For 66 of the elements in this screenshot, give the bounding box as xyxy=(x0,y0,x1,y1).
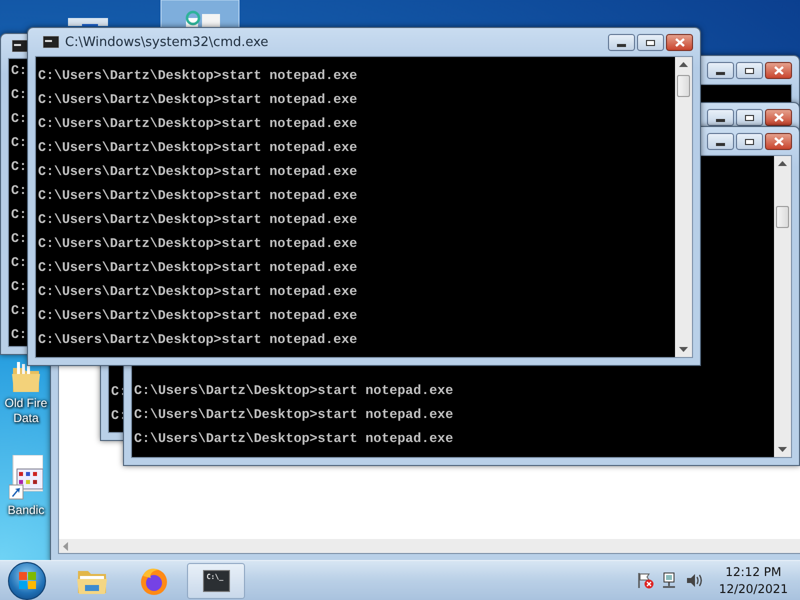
console-line: C:\Users\Dartz\Desktop>start notepad.exe xyxy=(37,91,358,109)
close-button[interactable] xyxy=(765,62,792,79)
folder-icon[interactable] xyxy=(11,360,41,394)
console-line: C:\Users\Dartz\Desktop>start notepad.exe xyxy=(133,382,454,400)
console-line: C:\Users\Dartz\Desktop>start notepad.exe xyxy=(37,163,358,181)
scrollbar[interactable] xyxy=(774,156,791,457)
scrollbar[interactable] xyxy=(59,539,800,553)
start-button[interactable] xyxy=(8,562,46,600)
console-line: C: xyxy=(10,206,27,224)
scrollbar[interactable] xyxy=(675,57,692,357)
console-line: C: xyxy=(10,302,27,320)
clock-date[interactable]: 12/20/2021 xyxy=(718,580,788,598)
console-line: C: xyxy=(10,134,27,152)
console-line: C:\Users\Dartz\Desktop>start notepad.exe xyxy=(133,406,454,424)
console-line: C: xyxy=(10,86,27,104)
close-button[interactable] xyxy=(666,34,693,51)
scroll-up-icon[interactable] xyxy=(778,161,787,166)
console-line: C:\Users\Dartz\Desktop>start notepad.exe xyxy=(133,430,454,448)
clock-time[interactable]: 12:12 PM xyxy=(725,564,782,580)
console-line: C:\Users\Dartz\Desktop>start notepad.exe xyxy=(37,307,358,325)
minimize-button[interactable] xyxy=(707,109,734,126)
firefox-icon xyxy=(139,566,169,596)
console-line: C:\Users\Dartz\Desktop>start notepad.exe xyxy=(37,211,358,229)
window-title: C:\Windows\system32\cmd.exe xyxy=(65,34,268,50)
console-icon xyxy=(12,40,28,52)
scroll-up-icon[interactable] xyxy=(679,62,688,67)
close-icon xyxy=(674,38,684,47)
minimize-button[interactable] xyxy=(707,62,734,79)
minimize-button[interactable] xyxy=(608,34,635,51)
scroll-down-icon[interactable] xyxy=(679,347,688,352)
console-line: C: xyxy=(10,278,27,296)
console-icon xyxy=(43,36,59,48)
icon-label: Bandic xyxy=(6,503,46,518)
console-line: C:\Users\Dartz\Desktop>start notepad.exe xyxy=(37,283,358,301)
console-line: C: xyxy=(10,326,27,344)
console-line: C: xyxy=(10,110,27,128)
console-line: C:\Users\Dartz\Desktop>start notepad.exe xyxy=(37,331,358,349)
console-line: C:\Users\Dartz\Desktop>start notepad.exe xyxy=(37,139,358,157)
icon-label: Old Fire Data xyxy=(4,396,48,426)
console-line: C:\Users\Dartz\Desktop>start notepad.exe xyxy=(37,115,358,133)
flag-icon[interactable] xyxy=(636,572,654,589)
speaker-icon[interactable] xyxy=(686,572,704,589)
maximize-button[interactable] xyxy=(736,109,763,126)
console-line: C: xyxy=(10,182,27,200)
program-shortcut-icon[interactable] xyxy=(9,455,43,501)
close-icon xyxy=(774,66,784,75)
desktop-shortcut-icon[interactable] xyxy=(160,0,240,30)
scroll-down-icon[interactable] xyxy=(778,447,787,452)
maximize-button[interactable] xyxy=(736,133,763,150)
console-line: C:\Users\Dartz\Desktop>start notepad.exe xyxy=(37,187,358,205)
close-button[interactable] xyxy=(765,109,792,126)
console-line: C:\Users\Dartz\Desktop>start notepad.exe xyxy=(37,67,358,85)
console-line: C: xyxy=(10,254,27,272)
maximize-button[interactable] xyxy=(736,62,763,79)
maximize-button[interactable] xyxy=(637,34,664,51)
close-icon xyxy=(774,113,784,122)
minimize-button[interactable] xyxy=(707,133,734,150)
console-line: C: xyxy=(10,62,27,80)
console-line: C:\Users\Dartz\Desktop>start notepad.exe xyxy=(37,259,358,277)
scroll-thumb[interactable] xyxy=(677,75,690,97)
console-line: C: xyxy=(10,158,27,176)
console-line: C: xyxy=(10,230,27,248)
console-line: C:\Users\Dartz\Desktop>start notepad.exe xyxy=(37,235,358,253)
scroll-thumb[interactable] xyxy=(776,206,789,228)
close-button[interactable] xyxy=(765,133,792,150)
close-icon xyxy=(774,137,784,146)
